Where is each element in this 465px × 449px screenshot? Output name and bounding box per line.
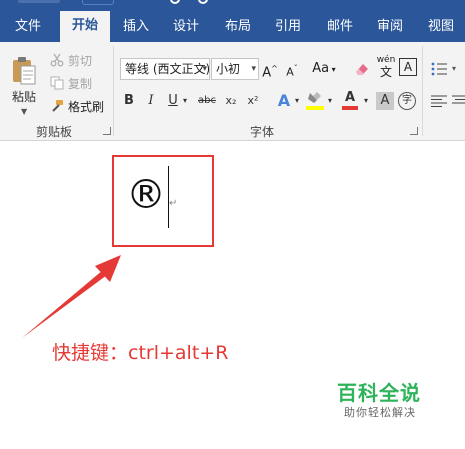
watermark-subtitle: 助你轻松解决 [344,406,416,419]
character-border-button[interactable]: A [399,58,417,76]
title-bar: 文件 开始 插入 设计 布局 引用 邮件 审阅 视图 [0,0,465,42]
text-effects-dropdown-icon[interactable]: ▾ [293,90,301,112]
copy-button[interactable]: 复制 [50,74,92,92]
align-center-icon [452,95,465,104]
clipboard-group-label: 剪贴板 [35,125,72,139]
phonetic-sub-label: 文 [379,65,392,79]
paragraph-mark: ↵ [169,198,178,209]
font-name-value: 等线 (西文正文) [125,62,210,76]
bold-button[interactable]: B [122,90,136,112]
align-left-icon [431,95,447,107]
font-group-label: 字体 [249,125,274,139]
tab-mailings[interactable]: 邮件 [316,12,364,42]
cut-button[interactable]: 剪切 [50,51,92,69]
character-shading-button[interactable]: A [376,92,394,110]
registered-symbol: ® [126,172,166,218]
font-color-label: A [344,90,356,105]
highlight-dropdown-icon[interactable]: ▾ [326,90,334,112]
shortcut-annotation: 快捷键：ctrl+alt+R [52,342,229,364]
change-case-label: Aa [312,61,330,76]
align-left-button[interactable] [430,90,448,112]
copy-icon [50,76,64,90]
chevron-down-icon: ▾ [202,64,207,74]
format-painter-button[interactable]: 格式刷 [50,97,104,115]
font-color-swatch [342,106,358,110]
paste-button[interactable]: 粘贴 [12,88,36,105]
bullets-button[interactable] [430,58,448,80]
undo-icon[interactable] [170,0,180,4]
phonetic-label: wén [376,55,396,65]
tab-layout[interactable]: 布局 [214,12,262,42]
quick-access-toolbar [0,0,465,7]
change-case-button[interactable]: Aa ▾ [310,58,338,80]
tab-file[interactable]: 文件 [4,12,52,42]
group-divider [422,46,423,136]
paste-dropdown-icon[interactable]: ▼ [21,107,27,116]
align-center-button[interactable] [452,90,465,112]
highlight-button[interactable] [306,90,324,112]
group-divider [113,46,114,136]
grow-font-label: A [262,65,272,81]
bullets-dropdown-icon[interactable]: ▾ [449,58,459,80]
font-size-value: 小初 [216,62,241,76]
underline-dropdown-icon[interactable]: ▾ [181,90,189,112]
chevron-down-icon: ▾ [251,64,256,74]
highlighter-icon [306,92,324,110]
scissors-icon [50,53,64,67]
format-painter-label: 格式刷 [68,99,105,114]
phonetic-guide-button[interactable]: wén 文 [376,55,396,79]
clipboard-launcher-icon[interactable] [103,127,111,135]
grow-font-button[interactable]: A^ [262,58,278,80]
bullet-list-icon [431,62,447,76]
redo-icon[interactable] [198,0,208,4]
clear-formatting-button[interactable] [352,58,372,80]
text-effects-button[interactable]: A [276,90,292,112]
save-button[interactable] [82,0,114,5]
text-cursor [168,166,169,228]
tab-insert[interactable]: 插入 [112,12,160,42]
copy-label: 复制 [68,76,93,91]
enclose-characters-button[interactable]: 字 [398,92,416,110]
tab-home[interactable]: 开始 [60,11,110,42]
font-size-combo[interactable]: 小初 ▾ [211,58,259,80]
tab-review[interactable]: 审阅 [366,12,414,42]
font-launcher-icon[interactable] [410,127,418,135]
tab-references[interactable]: 引用 [264,12,312,42]
italic-button[interactable]: I [144,90,158,112]
font-color-button[interactable]: A [341,90,359,112]
subscript-button[interactable]: x₂ [222,90,240,112]
eraser-icon [356,64,368,75]
font-color-dropdown-icon[interactable]: ▾ [362,90,370,112]
ribbon-home: 粘贴 ▼ 剪切 复制 格式刷 剪贴板 等线 (西文正文) ▾ 小初 ▾ A^ A… [0,42,465,141]
strikethrough-button[interactable]: abc [196,90,218,112]
autosave-indicator [18,0,60,3]
tab-view[interactable]: 视图 [418,12,464,42]
font-name-combo[interactable]: 等线 (西文正文) ▾ [120,58,210,80]
shrink-font-label: A [286,65,294,79]
format-painter-icon [50,99,64,113]
shrink-font-button[interactable]: Aˇ [284,58,300,80]
superscript-button[interactable]: x² [244,90,262,112]
watermark-logo: 百科全说 [337,381,421,405]
paste-icon[interactable] [12,56,36,86]
tab-design[interactable]: 设计 [162,12,210,42]
underline-button[interactable]: U [166,90,180,112]
cut-label: 剪切 [68,53,93,68]
